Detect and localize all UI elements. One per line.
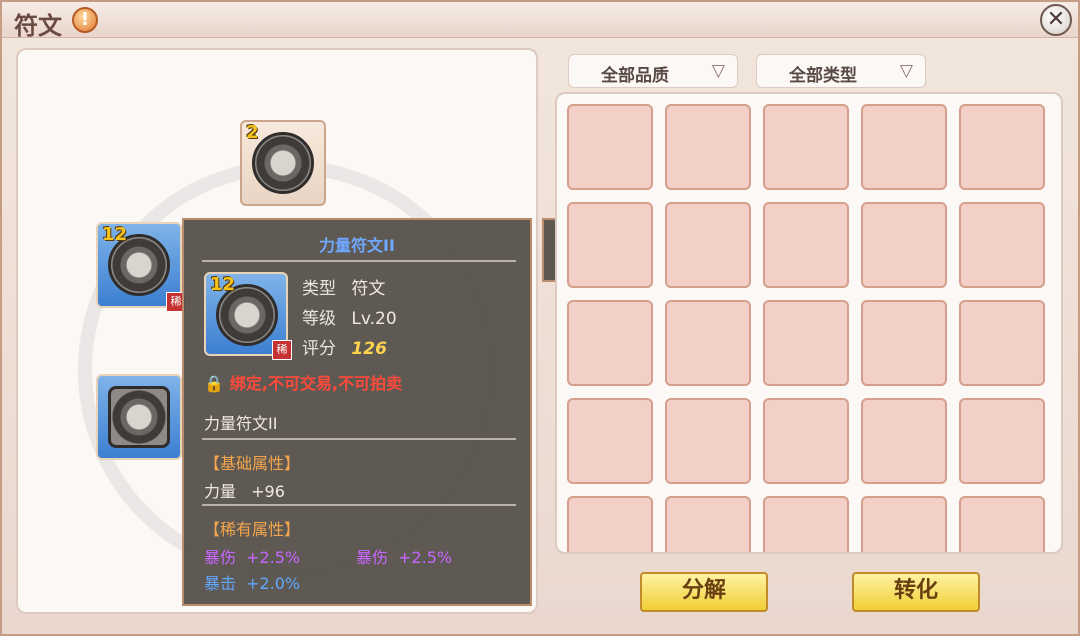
inventory-cell[interactable] [959,104,1045,190]
rarity-badge: 稀 [272,340,292,360]
base-attributes-header: 【基础属性】 [204,454,301,473]
inventory-cell[interactable] [763,202,849,288]
rune-name-line: 力量符文II [204,414,278,433]
base-attribute-row: 力量 +96 [204,478,285,502]
inventory-cell[interactable] [665,300,751,386]
type-filter-dropdown[interactable]: 全部类型 ▽ [756,54,926,88]
lock-icon: 🔒 [204,374,224,393]
inventory-cell[interactable] [665,202,751,288]
inventory-cell[interactable] [861,496,947,552]
inventory-cell[interactable] [665,104,751,190]
window-title: 符文 [14,12,62,40]
rune-slot-top[interactable]: 2 [240,120,326,206]
rune-window: 符文 ! ✕ 2 12 稀 力量符文II 12 稀 类型 符文 等级 Lv.20… [0,0,1080,636]
inventory-cell[interactable] [665,398,751,484]
quality-filter-dropdown[interactable]: 全部品质 ▽ [568,54,738,88]
type-label: 类型 [302,279,336,299]
divider [202,438,516,440]
type-row: 类型 符文 [302,274,385,299]
rune-icon [252,132,314,194]
tooltip-title: 力量符文II [319,236,395,255]
rare-attribute-row: 暴击 +2.0% [204,574,301,593]
inventory-cell[interactable] [567,104,653,190]
inventory-cell[interactable] [567,202,653,288]
rare-attribute-row: 暴伤 +2.5% [356,548,453,567]
inventory-cell[interactable] [861,104,947,190]
decompose-button[interactable]: 分解 [640,572,768,612]
level-badge: 2 [246,122,259,143]
title-bar: 符文 ! ✕ [2,2,1078,40]
info-icon[interactable]: ! [72,7,98,33]
inventory-cell[interactable] [959,300,1045,386]
score-value: 126 [351,339,387,359]
inventory-cell[interactable] [567,398,653,484]
inventory-cell[interactable] [763,300,849,386]
rare-attributes-header: 【稀有属性】 [204,520,301,539]
type-value: 符文 [351,279,386,299]
rune-tooltip: 力量符文II 12 稀 类型 符文 等级 Lv.20 评分 126 🔒 绑定,不可… [182,218,532,606]
inventory-cell[interactable] [959,496,1045,552]
inventory-cell[interactable] [665,496,751,552]
inventory-cell[interactable] [763,398,849,484]
base-attr-label: 力量 [204,482,237,501]
divider [202,504,516,506]
tooltip-rune-icon: 12 稀 [204,272,292,360]
divider [202,260,516,262]
base-attr-value: +96 [251,482,285,501]
score-row: 评分 126 [302,334,387,359]
level-badge: 12 [102,224,128,245]
inventory-cell[interactable] [567,496,653,552]
level-label: 等级 [302,309,336,329]
chevron-down-icon: ▽ [899,61,913,81]
rune-slot-left-lower[interactable] [96,374,182,460]
convert-button[interactable]: 转化 [852,572,980,612]
inventory-cell[interactable] [861,398,947,484]
rare-attribute-row: 暴伤 +2.5% [204,548,301,567]
level-badge: 12 [210,274,236,295]
level-value: Lv.20 [351,309,397,329]
inventory-cell[interactable] [763,104,849,190]
inventory-cell[interactable] [763,496,849,552]
close-button[interactable]: ✕ [1040,4,1072,36]
chevron-down-icon: ▽ [711,61,725,81]
type-filter-label: 全部类型 [789,66,857,86]
inventory-cell[interactable] [567,300,653,386]
rune-icon [108,386,170,448]
rune-slot-left-selected[interactable]: 12 稀 [96,222,186,312]
inventory-cell[interactable] [959,398,1045,484]
bind-warning: 🔒 绑定,不可交易,不可拍卖 [204,374,403,393]
inventory-cell[interactable] [861,202,947,288]
inventory-cell[interactable] [861,300,947,386]
inventory-cell[interactable] [959,202,1045,288]
score-label: 评分 [302,339,336,359]
quality-filter-label: 全部品质 [601,66,669,86]
rune-inventory-grid [555,92,1063,554]
level-row: 等级 Lv.20 [302,304,397,329]
